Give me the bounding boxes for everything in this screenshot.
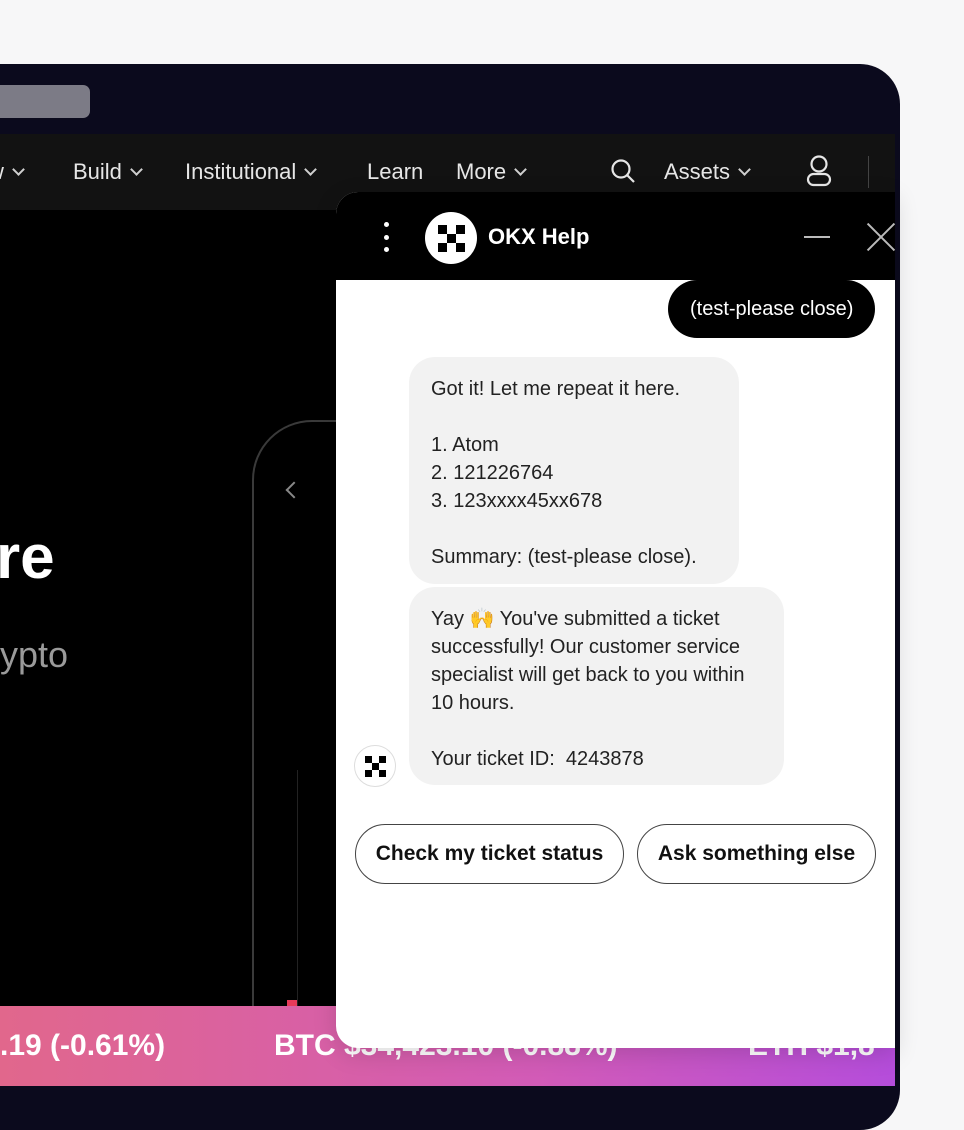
nav-item-label: Institutional	[185, 159, 297, 184]
nav-item-label: Assets	[664, 159, 731, 184]
bot-message: Got it! Let me repeat it here. 1. Atom 2…	[409, 357, 739, 584]
ask-something-else-button[interactable]: Ask something else	[637, 824, 876, 884]
bot-message: Yay 🙌 You've submitted a ticket successf…	[409, 587, 784, 785]
nav-item-institutional[interactable]: Institutional	[185, 159, 318, 185]
hero-title: re	[0, 523, 55, 592]
search-button[interactable]	[610, 158, 636, 184]
account-button[interactable]	[806, 154, 832, 188]
chat-title: OKX Help	[488, 224, 590, 249]
okx-logo-icon	[364, 755, 386, 777]
user-icon	[806, 155, 832, 187]
nav-item-assets[interactable]: Assets	[664, 159, 751, 185]
nav-item-label: Build	[73, 159, 122, 184]
chevron-down-icon	[738, 163, 751, 176]
nav-item-more[interactable]: More	[456, 159, 527, 185]
bot-avatar	[354, 745, 396, 787]
minimize-icon[interactable]	[804, 236, 830, 238]
check-ticket-status-button[interactable]: Check my ticket status	[355, 824, 624, 884]
ticker-item[interactable]: .19 (-0.61%)	[0, 1029, 165, 1063]
phone-chart-area	[278, 770, 298, 1006]
nav-divider	[868, 156, 869, 188]
chevron-down-icon	[514, 163, 527, 176]
chat-header: OKX Help	[336, 192, 895, 280]
help-chat-widget: OKX Help (test-please close) Got it! Let…	[336, 192, 895, 1048]
nav-item-build[interactable]: Build	[73, 159, 143, 185]
more-options-icon[interactable]	[384, 222, 390, 252]
chevron-down-icon	[12, 163, 25, 176]
close-icon[interactable]	[866, 222, 895, 252]
user-message: (test-please close)	[668, 280, 876, 338]
hero-subtitle: ypto	[0, 634, 69, 675]
chevron-down-icon	[304, 163, 318, 176]
nav-item-label: Learn	[367, 159, 424, 184]
address-bar[interactable]	[0, 85, 90, 118]
okx-logo-icon	[425, 212, 477, 264]
search-icon	[611, 159, 635, 183]
nav-item-learn[interactable]: Learn	[367, 159, 423, 185]
nav-item-label: w	[0, 159, 4, 185]
chevron-down-icon	[130, 163, 143, 176]
nav-item-view[interactable]: w	[0, 159, 25, 185]
nav-item-label: More	[456, 159, 507, 184]
